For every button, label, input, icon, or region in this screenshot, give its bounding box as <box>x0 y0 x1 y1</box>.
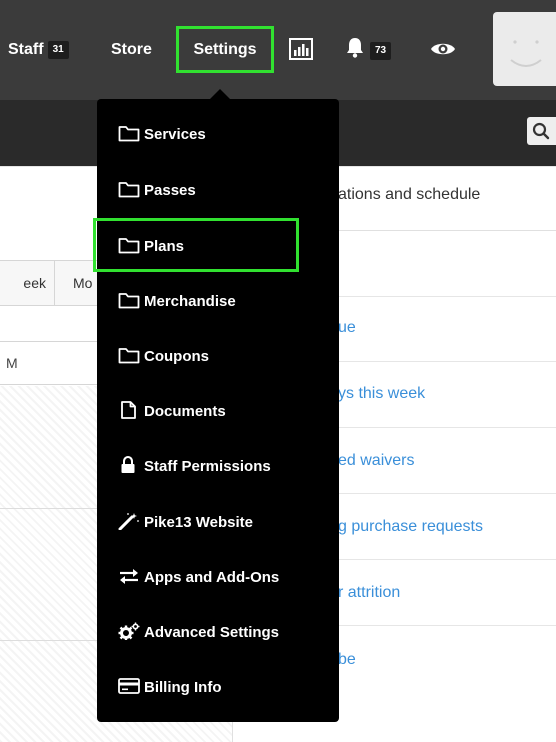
menu-item-label: Documents <box>144 403 226 421</box>
swap-arrows-icon <box>118 567 140 585</box>
staff-count-badge: 31 <box>47 41 69 59</box>
settings-dropdown-menu: Services Passes Plans Merchandise Coupon… <box>97 99 339 722</box>
section-title: ations and schedule <box>338 186 481 203</box>
folder-icon <box>118 180 140 198</box>
menu-item-apps-and-add-ons[interactable]: Apps and Add-Ons <box>97 558 339 598</box>
menu-item-merchandise[interactable]: Merchandise <box>97 282 339 322</box>
folder-icon <box>118 124 140 142</box>
task-link[interactable]: ed waivers <box>338 452 414 470</box>
reports-chart-icon[interactable] <box>289 38 313 60</box>
menu-item-label: Passes <box>144 182 196 200</box>
task-link[interactable]: r attrition <box>338 584 400 602</box>
task-link[interactable]: ys this week <box>338 385 425 403</box>
menu-item-label: Coupons <box>144 348 209 366</box>
menu-item-documents[interactable]: Documents <box>97 392 339 432</box>
menu-item-services[interactable]: Services <box>97 115 339 155</box>
menu-item-label: Services <box>144 126 206 144</box>
menu-item-pike13-website[interactable]: Pike13 Website <box>97 503 339 543</box>
menu-item-billing-info[interactable]: Billing Info <box>97 668 339 708</box>
search-button[interactable] <box>527 117 556 145</box>
folder-icon <box>118 291 140 309</box>
folder-icon <box>118 346 140 364</box>
task-link[interactable]: g purchase requests <box>338 518 483 536</box>
menu-item-coupons[interactable]: Coupons <box>97 337 339 377</box>
menu-item-advanced-settings[interactable]: Advanced Settings <box>97 613 339 653</box>
menu-item-label: Staff Permissions <box>144 458 271 476</box>
nav-settings-link[interactable]: Settings <box>176 26 274 73</box>
menu-item-staff-permissions[interactable]: Staff Permissions <box>97 447 339 487</box>
task-link[interactable]: be <box>338 651 356 669</box>
lock-icon <box>118 456 140 474</box>
menu-item-label: Merchandise <box>144 293 236 311</box>
magic-wand-icon <box>118 512 140 531</box>
menu-item-label: Billing Info <box>144 679 222 697</box>
top-navigation-bar <box>0 0 556 100</box>
search-icon <box>532 122 550 145</box>
bell-icon <box>344 36 366 66</box>
plans-highlight-box <box>93 218 299 272</box>
notification-count-badge: 73 <box>370 42 392 60</box>
nav-staff-link[interactable]: Staff 31 <box>8 38 69 62</box>
menu-item-label: Apps and Add-Ons <box>144 569 280 587</box>
notifications-link[interactable]: 73 <box>344 36 392 60</box>
eye-icon[interactable] <box>430 39 456 59</box>
menu-item-label: Advanced Settings <box>144 624 280 642</box>
gears-icon <box>118 622 140 641</box>
task-link[interactable]: ue <box>338 319 356 337</box>
menu-item-passes[interactable]: Passes <box>97 171 339 211</box>
tab-week[interactable]: eek <box>0 261 55 305</box>
user-avatar[interactable] <box>493 12 556 86</box>
nav-staff-label: Staff <box>8 41 44 58</box>
nav-store-link[interactable]: Store <box>111 38 152 62</box>
menu-item-label: Pike13 Website <box>144 514 253 532</box>
document-icon <box>118 401 140 419</box>
credit-card-icon <box>118 677 140 695</box>
